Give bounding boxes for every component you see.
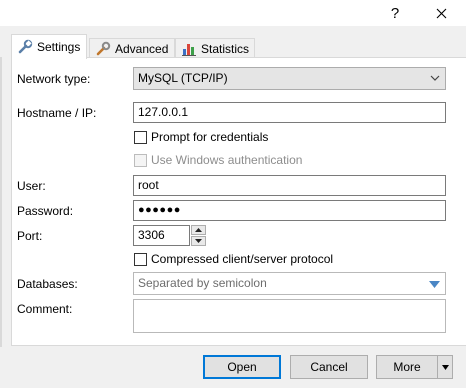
- network-type-label: Network type:: [17, 72, 91, 86]
- cancel-button[interactable]: Cancel: [290, 355, 368, 379]
- arrow-up-icon: [195, 228, 202, 232]
- checkbox-box: [134, 130, 147, 144]
- checkbox-box: [134, 153, 147, 167]
- network-type-value: MySQL (TCP/IP): [138, 71, 228, 85]
- tab-statistics[interactable]: Statistics: [175, 38, 255, 58]
- port-input[interactable]: 3306: [133, 225, 190, 246]
- chevron-down-icon: [430, 75, 440, 81]
- network-type-select[interactable]: MySQL (TCP/IP): [133, 67, 446, 90]
- port-increment-button[interactable]: [191, 225, 206, 235]
- port-decrement-button[interactable]: [191, 236, 206, 246]
- open-button[interactable]: Open: [203, 355, 281, 379]
- password-label: Password:: [17, 204, 74, 218]
- comment-label: Comment:: [17, 302, 73, 316]
- arrow-down-icon: [195, 239, 202, 243]
- close-button[interactable]: [418, 0, 464, 26]
- compressed-protocol-label: Compressed client/server protocol: [151, 252, 334, 266]
- wrench-orange-icon: [95, 41, 111, 57]
- comment-textarea[interactable]: [133, 299, 446, 333]
- prompt-credentials-checkbox[interactable]: Prompt for credentials: [134, 130, 268, 144]
- windows-auth-checkbox[interactable]: Use Windows authentication: [134, 153, 302, 167]
- tab-statistics-label: Statistics: [201, 41, 250, 56]
- bar-chart-icon: [181, 41, 197, 57]
- password-input[interactable]: ●●●●●●: [133, 200, 446, 221]
- wrench-icon: [17, 39, 33, 55]
- tab-settings-label: Settings: [37, 40, 81, 54]
- more-button[interactable]: More: [376, 355, 438, 379]
- tab-advanced-label: Advanced: [115, 41, 169, 56]
- dropdown-triangle-icon: [429, 281, 440, 288]
- dialog-titlebar: ?: [0, 0, 466, 26]
- prompt-credentials-label: Prompt for credentials: [151, 130, 269, 144]
- tab-settings[interactable]: Settings: [11, 34, 87, 59]
- windows-auth-label: Use Windows authentication: [151, 153, 303, 167]
- more-dropdown-button[interactable]: [437, 355, 453, 379]
- left-divider: [0, 57, 2, 347]
- user-label: User:: [17, 179, 46, 193]
- hostname-input[interactable]: 127.0.0.1: [133, 102, 446, 123]
- databases-placeholder: Separated by semicolon: [138, 276, 267, 290]
- compressed-protocol-checkbox[interactable]: Compressed client/server protocol: [134, 252, 333, 266]
- port-label: Port:: [17, 229, 43, 243]
- user-input[interactable]: root: [133, 175, 446, 196]
- hostname-label: Hostname / IP:: [17, 106, 97, 120]
- databases-label: Databases:: [17, 277, 78, 291]
- chevron-down-icon: [441, 364, 449, 370]
- databases-combo[interactable]: Separated by semicolon: [133, 272, 446, 295]
- tab-advanced[interactable]: Advanced: [89, 38, 175, 58]
- close-icon: [436, 8, 446, 18]
- checkbox-box: [134, 252, 147, 266]
- help-button[interactable]: ?: [372, 0, 418, 26]
